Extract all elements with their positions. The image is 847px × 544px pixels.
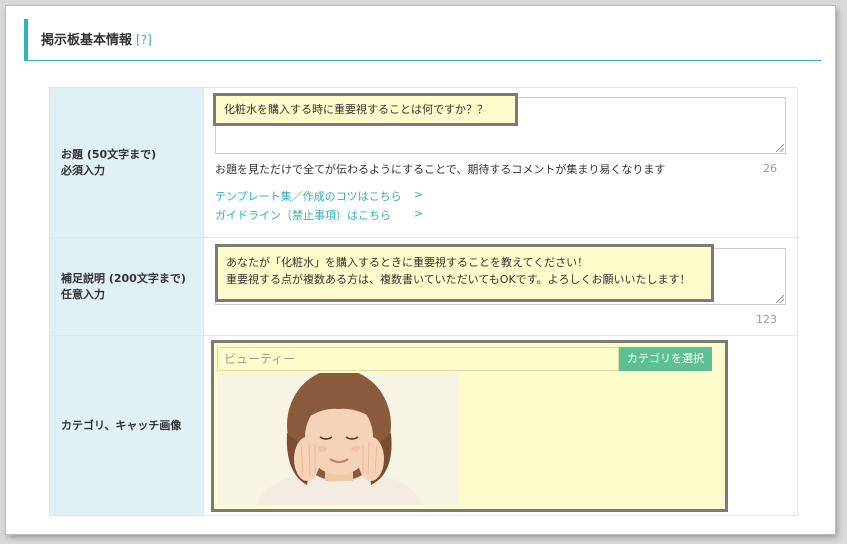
topic-input-value: 化粧水を購入する時に重要視することは何ですか？？ (224, 103, 488, 116)
topic-char-count: 26 (763, 162, 777, 175)
templates-link[interactable]: テンプレート集／作成のコツはこちら (215, 188, 402, 204)
resize-grip-icon[interactable] (776, 295, 784, 303)
category-row: カテゴリ、キャッチ画像 ビューティー カテゴリを選択 (49, 335, 798, 516)
section-title: 掲示板基本情報 [?] (41, 29, 152, 48)
category-label: カテゴリ、キャッチ画像 (49, 335, 204, 516)
help-link[interactable]: [?] (136, 33, 152, 47)
topic-cell: 化粧水を購入する時に重要視することは何ですか？？ お題を見ただけで全てが伝わるよ… (203, 87, 798, 238)
category-label-text: カテゴリ、キャッチ画像 (61, 418, 182, 432)
topic-row: お題 (50文字まで) 必須入力 化粧水を購入する時に重要視することは何ですか？… (49, 87, 798, 238)
topic-label-title: お題 (50文字まで) (61, 147, 157, 161)
guidelines-link[interactable]: ガイドライン（禁止事項）はこちら (215, 207, 391, 223)
description-cell: あなたが「化粧水」を購入するときに重要視することを教えてください！ 重要視する点… (203, 237, 798, 336)
description-label: 補足説明 (200文字まで) 任意入力 (49, 237, 204, 336)
topic-label-required: 必須入力 (61, 163, 105, 177)
category-highlight: ビューティー カテゴリを選択 (211, 340, 728, 512)
description-line-2: 重要視する点が複数ある方は、複数書いていただいてもOKです。よろしくお願いいたし… (226, 273, 691, 286)
chevron-right-icon: > (414, 188, 424, 201)
category-input[interactable]: ビューティー (217, 347, 619, 371)
chevron-right-icon: > (414, 207, 424, 220)
description-input-highlight[interactable]: あなたが「化粧水」を購入するときに重要視することを教えてください！ 重要視する点… (215, 244, 714, 302)
woman-portrait-icon (217, 373, 459, 505)
board-info-table: お題 (50文字まで) 必須入力 化粧水を購入する時に重要視することは何ですか？… (49, 87, 798, 516)
description-label-title: 補足説明 (200文字まで) (61, 271, 186, 285)
topic-input-highlight[interactable]: 化粧水を購入する時に重要視することは何ですか？？ (213, 93, 518, 126)
section-title-text: 掲示板基本情報 (41, 33, 133, 48)
resize-grip-icon[interactable] (776, 144, 784, 152)
description-row: 補足説明 (200文字まで) 任意入力 あなたが「化粧水」を購入するときに重要視… (49, 237, 798, 336)
description-line-1: あなたが「化粧水」を購入するときに重要視することを教えてください！ (226, 256, 589, 269)
topic-hint: お題を見ただけで全てが伝わるようにすることで、期待するコメントが集まり易くなりま… (215, 163, 666, 176)
topic-label: お題 (50文字まで) 必須入力 (49, 87, 204, 238)
description-label-optional: 任意入力 (61, 287, 105, 301)
form-panel: 掲示板基本情報 [?] お題 (50文字まで) 必須入力 化粧水を購入する時に重要… (6, 6, 835, 534)
section-header: 掲示板基本情報 [?] (24, 19, 821, 61)
category-cell: ビューティー カテゴリを選択 (203, 335, 798, 516)
catch-image[interactable] (217, 373, 459, 505)
select-category-button[interactable]: カテゴリを選択 (619, 347, 712, 371)
description-char-count: 123 (756, 313, 777, 326)
